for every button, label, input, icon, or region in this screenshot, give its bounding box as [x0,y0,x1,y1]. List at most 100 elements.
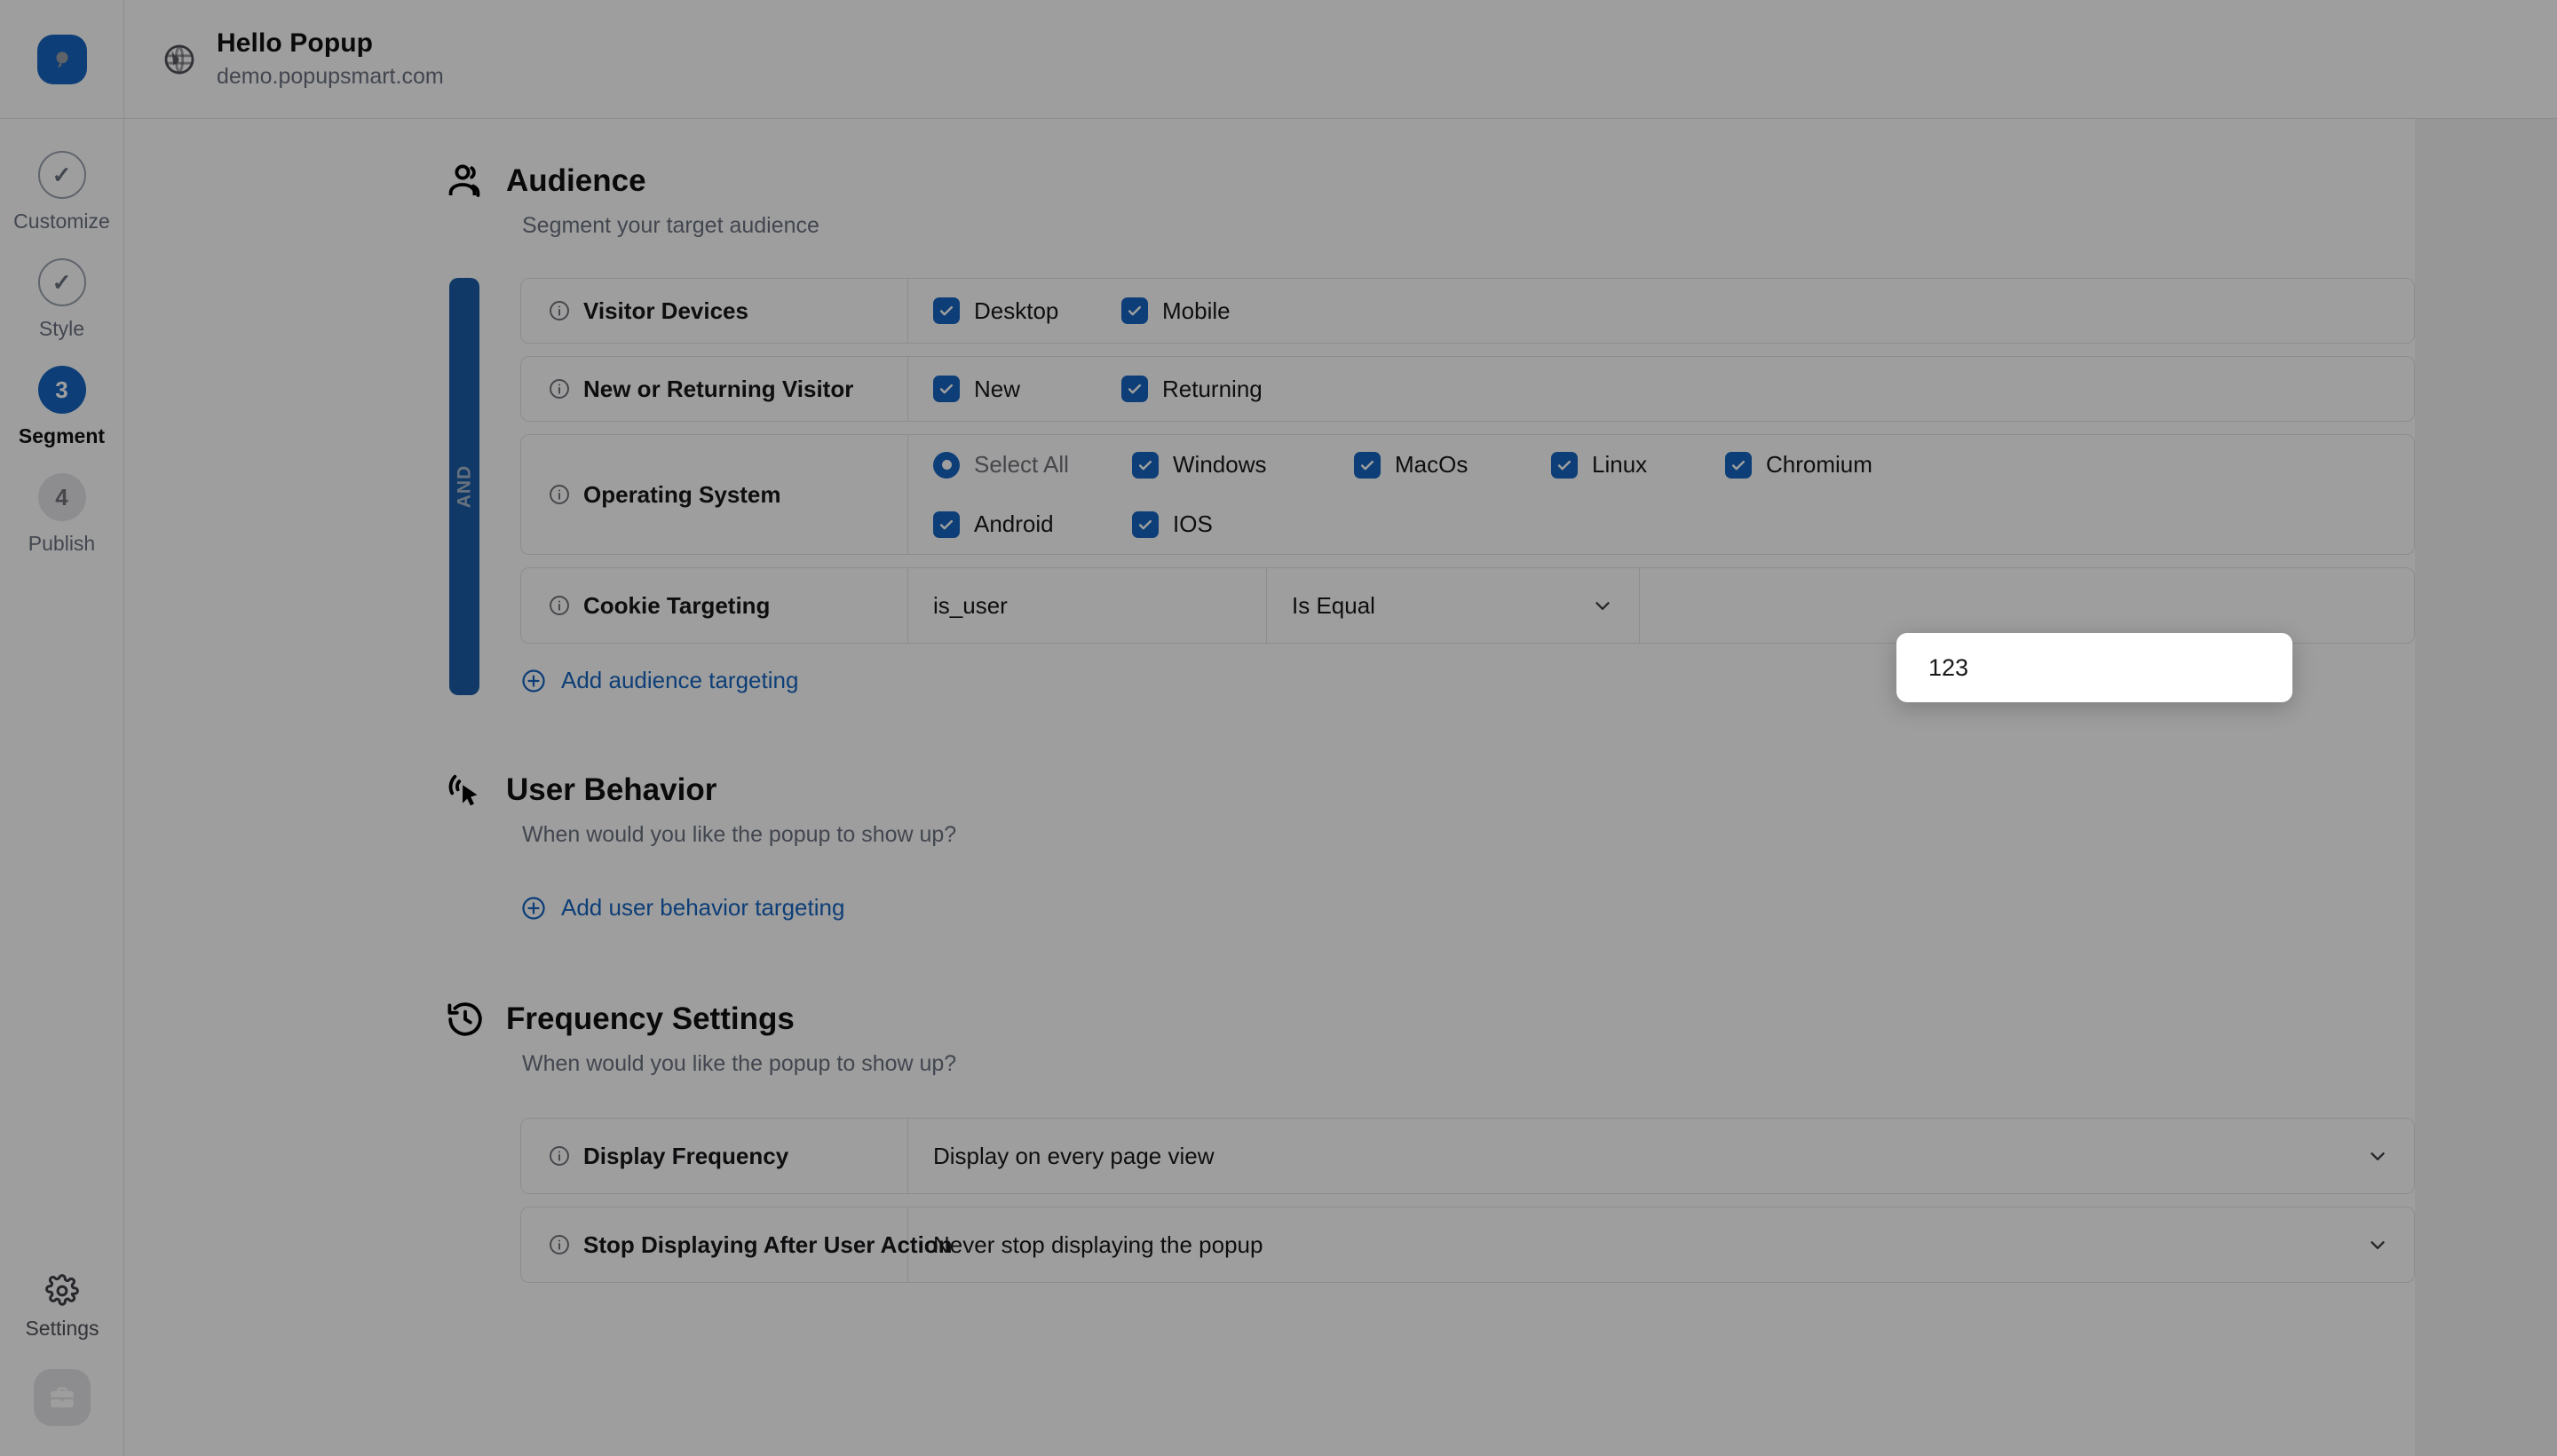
step-badge-segment: 3 [37,366,86,414]
checkbox-windows[interactable]: Windows [1132,451,1354,479]
cookie-value-cell[interactable] [1640,568,2414,643]
step-badge-style: ✓ [37,258,86,306]
checkbox-macos[interactable]: MacOs [1354,451,1551,479]
table-row: Display Frequency Display on every page … [520,1118,2415,1194]
sidebar-item-style[interactable]: ✓ Style [0,258,123,341]
add-user-behavior-targeting-button[interactable]: Add user behavior targeting [520,894,2415,922]
audience-rule-group: AND Visitor Devices Desktop Mobile New o… [444,278,2415,695]
rule-name: New or Returning Visitor [583,375,854,402]
check-icon [933,297,960,324]
site-url: demo.popupsmart.com [217,64,444,89]
stop-displaying-select[interactable]: Never stop displaying the popup [908,1207,2414,1282]
cookie-operator-select[interactable]: Is Equal [1267,568,1640,643]
audience-subtitle: Segment your target audience [522,213,819,238]
and-operator-bar[interactable]: AND [449,278,479,695]
step-list: ✓ Customize ✓ Style 3 Segment 4 Publish [0,119,123,556]
table-row: New or Returning Visitor New Returning [520,356,2415,422]
step-badge-customize: ✓ [37,151,86,199]
check-icon [1725,451,1752,479]
checkbox-new[interactable]: New [933,376,1121,403]
audience-people-icon [444,160,487,202]
cookie-value-input[interactable]: 123 [1896,633,2292,702]
add-audience-targeting-label: Add audience targeting [561,667,799,693]
checkbox-chromium[interactable]: Chromium [1725,451,1872,479]
briefcase-icon [51,1387,74,1408]
user-behavior-title: User Behavior [506,772,717,807]
display-frequency-select[interactable]: Display on every page view [908,1119,2414,1193]
plus-circle-icon [520,895,547,922]
checkbox-linux[interactable]: Linux [1551,451,1725,479]
check-icon [1121,376,1148,402]
check-icon [1551,451,1578,479]
sidebar-item-settings[interactable]: Settings [25,1274,99,1341]
checkbox-label: Android [974,510,1054,537]
check-icon [933,376,960,402]
rule-options: Desktop Mobile [908,279,2414,343]
site-info: Hello Popup demo.popupsmart.com [124,28,444,90]
add-user-behavior-targeting-label: Add user behavior targeting [561,894,845,921]
workspace-button[interactable] [34,1369,91,1426]
chevron-down-icon [1591,594,1614,617]
info-icon[interactable] [548,483,571,506]
check-icon [1121,297,1148,324]
page-title: Audience [506,163,646,198]
check-icon [1354,451,1381,479]
section-frequency-settings: Frequency Settings When would you like t… [124,922,2415,1359]
checkbox-desktop[interactable]: Desktop [933,297,1121,325]
rule-label-operating-system: Operating System [521,435,908,554]
checkbox-label: Linux [1592,451,1648,478]
chevron-down-icon [2366,1144,2389,1167]
section-user-behavior: User Behavior When would you like the po… [124,694,2415,922]
cookie-operator-value: Is Equal [1292,591,1375,619]
checkbox-returning[interactable]: Returning [1121,376,1263,403]
checkbox-android[interactable]: Android [933,510,1132,538]
main-panel: Audience Segment your target audience AN… [124,119,2415,1456]
app-logo[interactable] [0,0,124,119]
app-root: Hello Popup demo.popupsmart.com ✓ Custom… [0,0,2557,1456]
sidebar-item-segment[interactable]: 3 Segment [0,366,123,448]
top-bar: Hello Popup demo.popupsmart.com [0,0,2557,119]
rule-options: Select All Windows MacOs Linux Chromium … [908,435,2414,554]
frequency-header: Frequency Settings [444,998,2415,1041]
chevron-down-icon [2366,1233,2389,1256]
frequency-subtitle: When would you like the popup to show up… [522,1051,957,1076]
rule-label-stop-displaying-after-user-action: Stop Displaying After User Action [521,1207,953,1282]
frequency-title: Frequency Settings [506,1001,795,1036]
info-icon[interactable] [548,1144,571,1167]
site-title: Hello Popup [217,28,374,58]
step-label-publish: Publish [28,532,96,555]
gear-icon [45,1274,79,1308]
and-operator-label: AND [454,464,474,509]
rule-label-cookie-targeting: Cookie Targeting [521,568,908,643]
table-row: Stop Displaying After User Action Never … [520,1207,2415,1283]
rule-options: New Returning [908,357,2414,421]
checkbox-label: Select All [974,451,1069,478]
checkbox-ios[interactable]: IOS [1132,510,1213,538]
info-icon[interactable] [548,377,571,400]
section-audience: Audience Segment your target audience AN… [124,119,2415,695]
checkbox-label: IOS [1173,510,1213,537]
cursor-click-icon [444,769,487,811]
checkbox-mobile[interactable]: Mobile [1121,297,1231,325]
check-icon [1132,451,1159,479]
sidebar-item-publish[interactable]: 4 Publish [0,473,123,556]
popupsmart-logo-icon [36,34,87,84]
cookie-key-input[interactable]: is_user [908,568,1267,643]
info-icon[interactable] [548,594,571,617]
step-label-customize: Customize [13,210,110,233]
step-label-segment: Segment [18,424,106,447]
checkbox-label: New [974,375,1021,402]
user-behavior-header: User Behavior [444,769,2415,811]
info-icon[interactable] [548,1233,571,1256]
globe-icon [162,42,197,77]
checkbox-label: Desktop [974,297,1059,324]
radio-select-all[interactable]: Select All [933,451,1132,479]
table-row: Operating System Select All Windows MacO… [520,434,2415,555]
settings-label: Settings [25,1317,99,1340]
info-icon[interactable] [548,299,571,322]
checkbox-label: Mobile [1162,297,1231,324]
rule-label-visitor-devices: Visitor Devices [521,279,908,343]
plus-circle-icon [520,668,547,694]
radio-icon [933,451,960,479]
sidebar-item-customize[interactable]: ✓ Customize [0,151,123,233]
